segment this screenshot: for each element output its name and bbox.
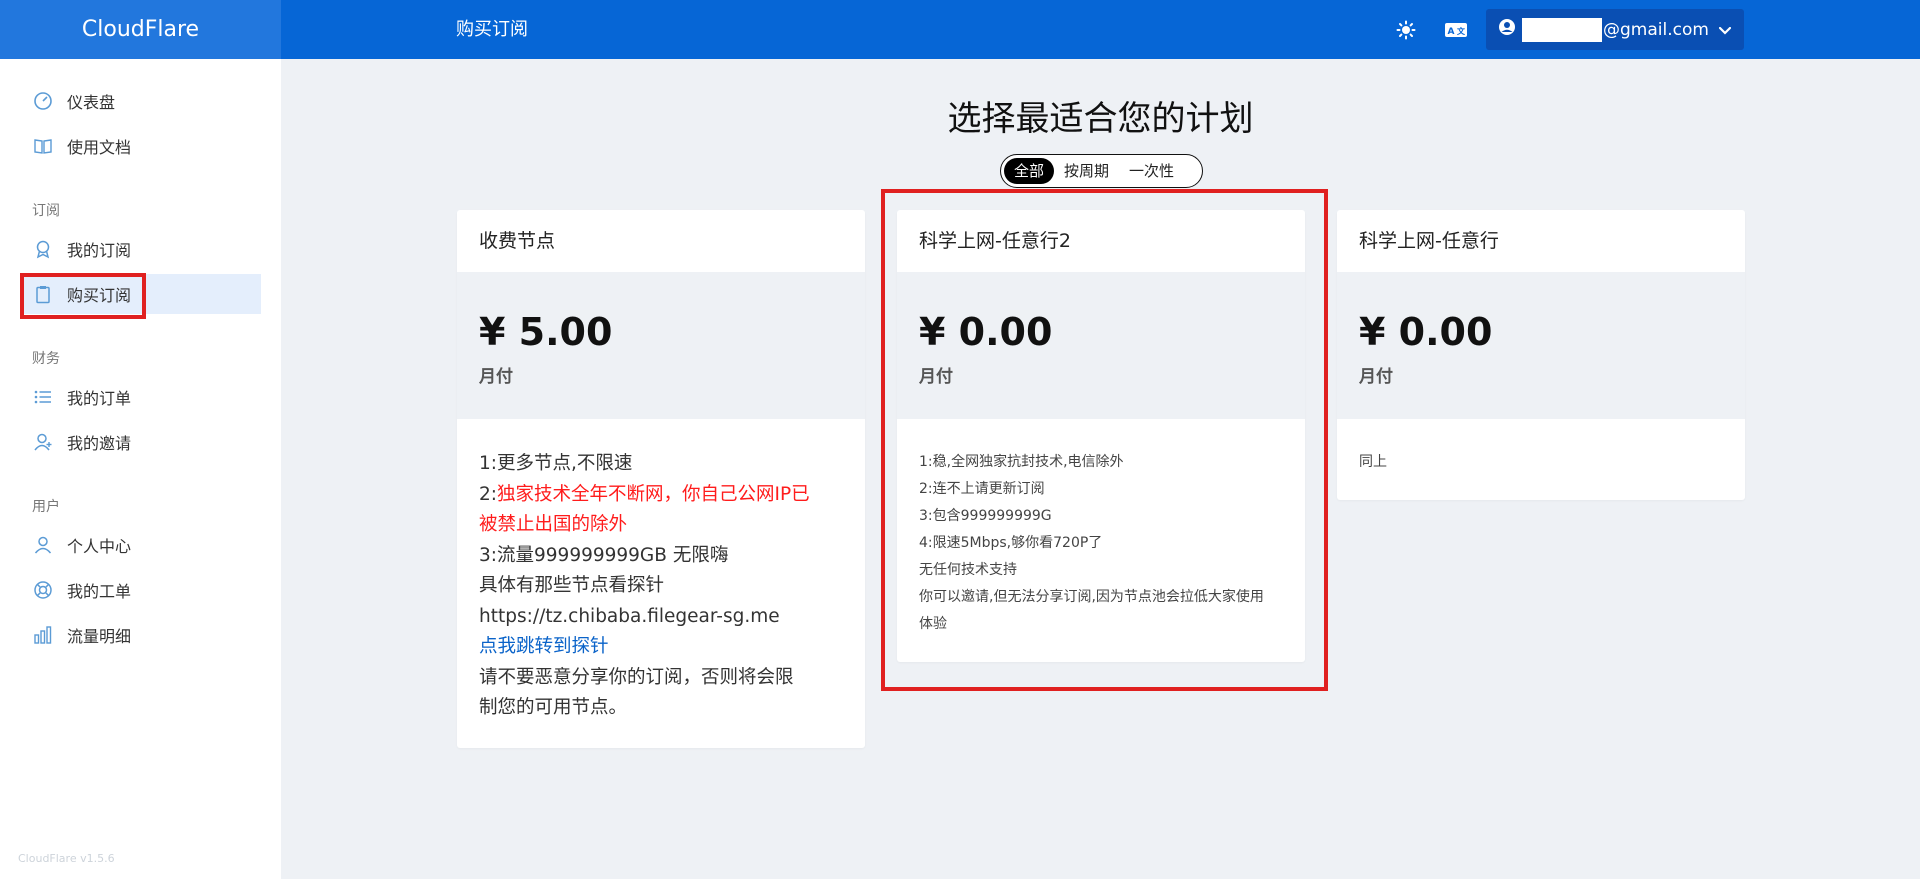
plan-card[interactable]: 收费节点 ¥ 5.00 月付 1:更多节点,不限速 2:独家技术全年不断网，你自… xyxy=(457,210,865,748)
sidebar-item-my-invitations[interactable]: 我的邀请 xyxy=(20,422,261,462)
plan-line: 1:更多节点,不限速 xyxy=(479,453,633,474)
translate-icon[interactable]: A 文 xyxy=(1442,16,1470,44)
top-header: CloudFlare 购买订阅 A 文 @gmail.com xyxy=(0,0,1920,59)
user-menu-button[interactable]: @gmail.com xyxy=(1486,9,1744,50)
sidebar-item-label: 仪表盘 xyxy=(67,93,116,112)
sidebar-item-tickets[interactable]: 我的工单 xyxy=(20,570,261,610)
plan-line-prefix: 2: xyxy=(479,483,498,505)
account-circle-icon xyxy=(1498,18,1516,41)
plan-period: 月付 xyxy=(1359,367,1393,387)
section-finance: 财务 xyxy=(32,351,60,367)
sidebar-item-label: 个人中心 xyxy=(67,537,132,556)
plan-name: 收费节点 xyxy=(479,230,556,252)
sidebar: 仪表盘 使用文档 订阅 我的订阅 购买订阅 财务 我的订单 我的邀请 用户 个人… xyxy=(0,59,281,879)
plan-line: 制您的可用节点。 xyxy=(479,697,628,718)
dashboard-gauge-icon xyxy=(32,90,54,112)
page-title: 选择最适合您的计划 xyxy=(947,99,1254,139)
plan-name: 科学上网-任意行 xyxy=(1359,230,1499,252)
sidebar-item-traffic[interactable]: 流量明细 xyxy=(20,615,261,655)
section-subscribe: 订阅 xyxy=(32,203,60,219)
plan-price: ¥ 0.00 xyxy=(1359,310,1493,354)
probe-link[interactable]: 点我跳转到探针 xyxy=(479,632,843,663)
sidebar-item-label: 我的订阅 xyxy=(67,241,132,260)
sidebar-item-dashboard[interactable]: 仪表盘 xyxy=(20,81,261,121)
sidebar-item-my-orders[interactable]: 我的订单 xyxy=(20,377,261,417)
filter-all[interactable]: 全部 xyxy=(1004,158,1055,184)
sidebar-item-label: 我的工单 xyxy=(67,582,132,601)
redacted-username xyxy=(1522,17,1602,42)
sidebar-item-profile[interactable]: 个人中心 xyxy=(20,525,261,565)
sidebar-item-label: 我的订单 xyxy=(67,389,132,408)
plan-line: 具体有那些节点看探针 xyxy=(479,575,665,596)
plan-description: 1:更多节点,不限速 2:独家技术全年不断网，你自己公网IP已 被禁止出国的除外… xyxy=(457,419,865,748)
plan-card[interactable]: 科学上网-任意行 ¥ 0.00 月付 同上 xyxy=(1337,210,1745,500)
plan-price-block: ¥ 5.00 月付 xyxy=(457,272,865,419)
sun-icon[interactable] xyxy=(1392,16,1420,44)
book-icon xyxy=(32,135,54,157)
list-icon xyxy=(32,386,54,408)
plan-period: 月付 xyxy=(479,367,513,387)
section-user: 用户 xyxy=(32,499,60,515)
award-icon xyxy=(32,238,54,260)
svg-text:A: A xyxy=(1448,27,1455,37)
user-icon xyxy=(32,534,54,556)
chevron-down-icon xyxy=(1718,20,1732,40)
sidebar-item-label: 流量明细 xyxy=(67,627,132,646)
highlight-box-sidebar xyxy=(20,273,146,319)
plan-line-url: https://tz.chibaba.filegear-sg.me xyxy=(479,605,780,627)
sidebar-item-my-subscription[interactable]: 我的订阅 xyxy=(20,229,261,269)
bar-chart-icon xyxy=(32,624,54,646)
plan-price-block: ¥ 0.00 月付 xyxy=(1337,272,1745,419)
filter-one-time[interactable]: 一次性 xyxy=(1119,158,1184,184)
plan-line: 请不要恶意分享你的订阅，否则将会限 xyxy=(479,666,794,688)
user-email-suffix: @gmail.com xyxy=(1603,19,1709,40)
plan-line: 3:流量999999999GB 无限嗨 xyxy=(479,544,729,566)
filter-periodic[interactable]: 按周期 xyxy=(1054,158,1119,184)
user-plus-icon xyxy=(32,431,54,453)
plan-line: 2:独家技术全年不断网，你自己公网IP已 xyxy=(479,480,843,511)
plan-price: ¥ 5.00 xyxy=(479,310,613,354)
sidebar-item-label: 我的邀请 xyxy=(67,434,132,453)
sidebar-item-docs[interactable]: 使用文档 xyxy=(20,126,261,166)
plan-line-highlight: 被禁止出国的除外 xyxy=(479,514,628,535)
brand-logo[interactable]: CloudFlare xyxy=(0,0,281,59)
plan-line-highlight: 独家技术全年不断网，你自己公网IP已 xyxy=(497,483,810,505)
svg-text:文: 文 xyxy=(1457,26,1466,36)
lifebuoy-icon xyxy=(32,579,54,601)
app-version: CloudFlare v1.5.6 xyxy=(18,852,115,865)
highlight-box-plan xyxy=(881,189,1328,691)
page-header-title: 购买订阅 xyxy=(456,19,528,40)
plan-description: 同上 xyxy=(1337,419,1745,500)
sidebar-item-label: 使用文档 xyxy=(67,138,132,157)
plan-filter-toggle: 全部 按周期 一次性 xyxy=(1000,154,1203,188)
plan-line: 同上 xyxy=(1359,454,1387,470)
